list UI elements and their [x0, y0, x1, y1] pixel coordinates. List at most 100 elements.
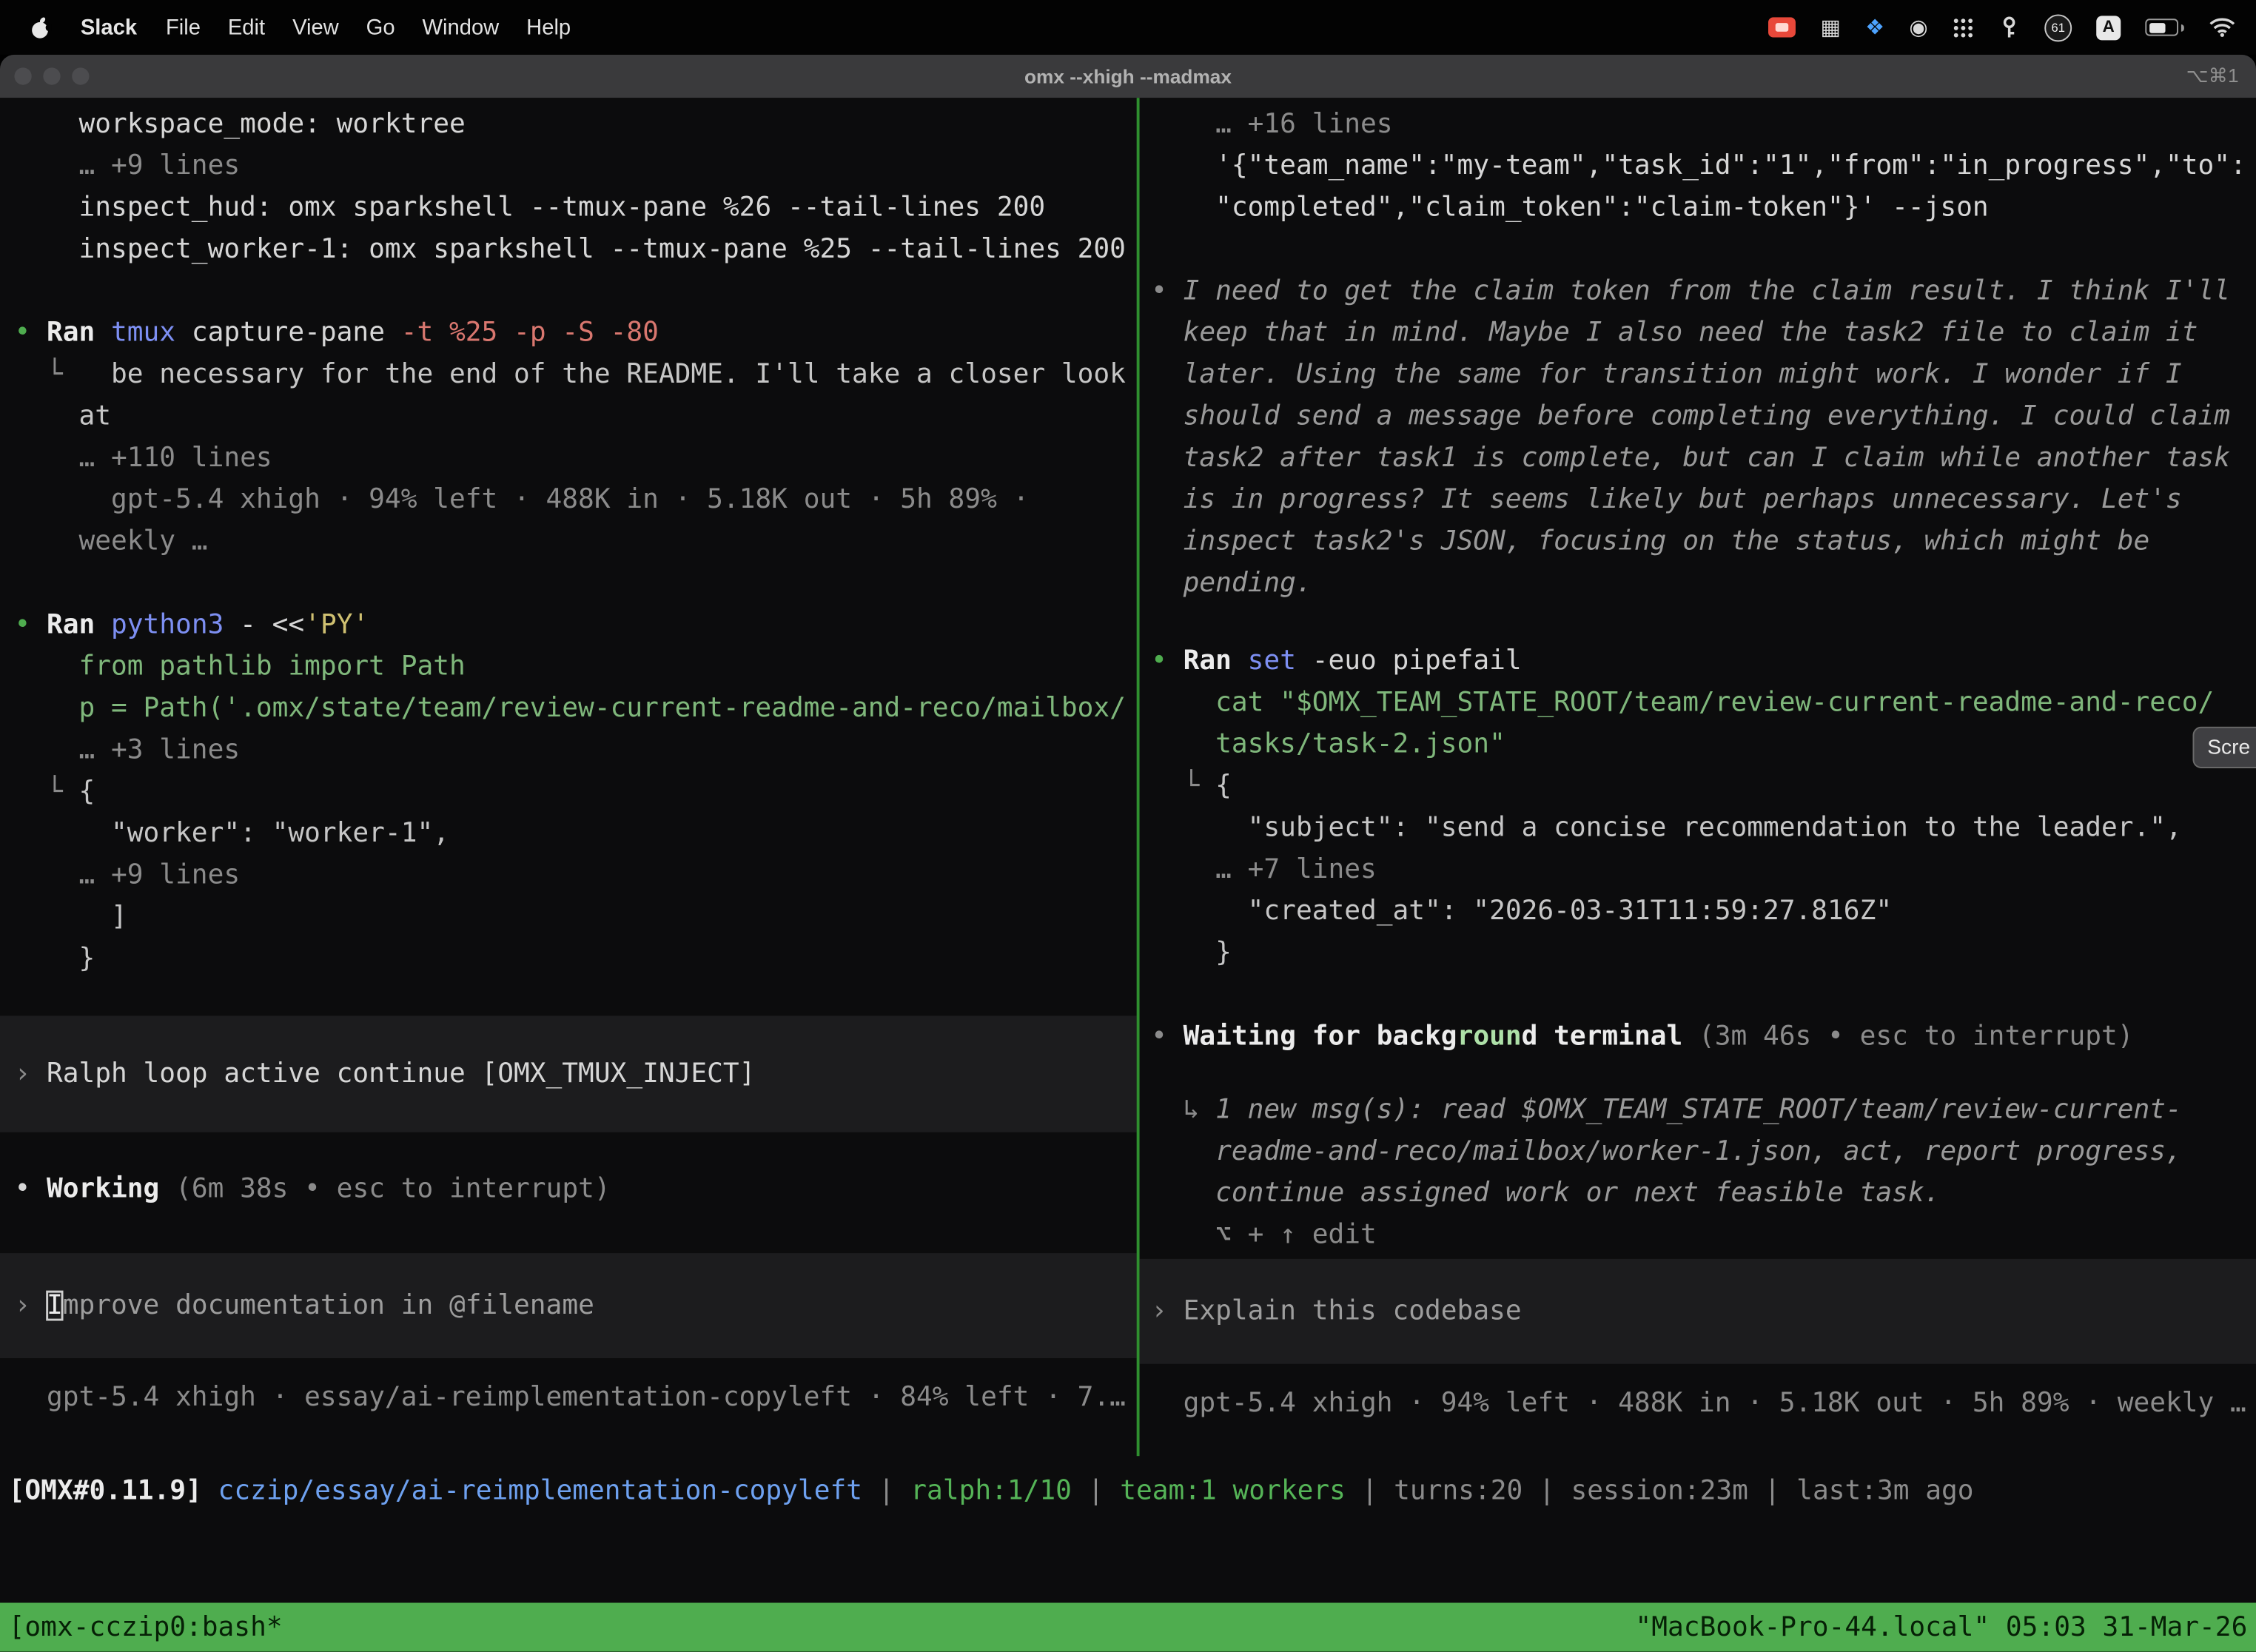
menu-edit[interactable]: Edit	[228, 15, 265, 39]
thinking-line: is in progress? It seems likely but perh…	[1151, 479, 2256, 520]
spacer	[14, 270, 1136, 312]
injected-prompt[interactable]: › Ralph loop active continue [OMX_TMUX_I…	[0, 1015, 1137, 1132]
menu-go[interactable]: Go	[366, 15, 395, 39]
waiting-status-line: • Waiting for background terminal (3m 46…	[1151, 1015, 2256, 1057]
command-output-line: "completed","claim_token":"claim-token"}…	[1151, 187, 2256, 229]
key-icon[interactable]	[1998, 16, 2020, 38]
spacer	[1151, 1058, 2256, 1089]
ran-python-line: … +3 lines	[14, 730, 1136, 771]
ran-python-line: ]	[14, 896, 1136, 938]
screen-recording-icon[interactable]	[1769, 17, 1796, 37]
minimize-button[interactable]	[43, 67, 60, 84]
tmux-host-clock: "MacBook-Pro-44.local" 05:03 31-Mar-26	[1635, 1612, 2247, 1642]
wifi-icon[interactable]	[2209, 17, 2236, 37]
menu-items: File Edit View Go Window Help	[166, 15, 571, 39]
ran-python-line: p = Path('.omx/state/team/review-current…	[14, 688, 1136, 729]
mailbox-notice-line: continue assigned work or next feasible …	[1151, 1172, 2256, 1214]
composer-input[interactable]: › Improve documentation in @filename	[0, 1253, 1137, 1358]
apple-logo-icon[interactable]	[29, 15, 52, 39]
spacer	[14, 980, 1136, 1016]
ran-tmux-capture-line: gpt-5.4 xhigh · 94% left · 488K in · 5.1…	[14, 479, 1136, 520]
window-title: omx --xhigh --madmax	[1024, 65, 1232, 87]
ran-python-line: "worker": "worker-1",	[14, 813, 1136, 854]
command-output-line: '{"team_name":"my-team","task_id":"1","f…	[1151, 145, 2256, 187]
config-output-line: inspect_hud: omx sparkshell --tmux-pane …	[14, 187, 1136, 229]
thinking-line: inspect task2's JSON, focusing on the st…	[1151, 521, 2256, 563]
menu-help[interactable]: Help	[526, 15, 571, 39]
spacer	[1151, 604, 2256, 640]
config-output-line: workspace_mode: worktree	[14, 104, 1136, 145]
ran-tmux-capture-line: at	[14, 396, 1136, 437]
spacer	[1151, 1364, 2256, 1383]
omx-status-line: [OMX#0.11.9] cczip/essay/ai-reimplementa…	[9, 1471, 1974, 1512]
config-output-line: inspect_worker-1: omx sparkshell --tmux-…	[14, 229, 1136, 270]
session-status-line: gpt-5.4 xhigh · 94% left · 488K in · 5.1…	[1151, 1383, 2256, 1424]
composer-suggestion-line: › Explain this codebase	[1151, 1291, 2256, 1332]
ran-tmux-capture-line: weekly …	[14, 521, 1136, 563]
composer-suggestion[interactable]: › Explain this codebase	[1140, 1259, 2256, 1364]
active-app-menu[interactable]: Slack	[81, 15, 137, 39]
ran-tmux-capture-line: … +110 lines	[14, 437, 1136, 479]
terminal-window: omx --xhigh --madmax ⌥⌘1 workspace_mode:…	[0, 55, 2256, 1652]
thinking-line: later. Using the same for transition mig…	[1151, 354, 2256, 395]
left-pane[interactable]: workspace_mode: worktree … +9 lines insp…	[0, 98, 1137, 1456]
menu-bar-left: Slack File Edit View Go Window Help	[0, 15, 571, 39]
spacer	[1151, 229, 2256, 270]
ran-python-line: • Ran python3 - <<'PY'	[14, 604, 1136, 645]
blue-app-icon[interactable]: ❖	[1865, 14, 1884, 40]
ran-cat-task-line: • Ran set -euo pipefail	[1151, 640, 2256, 682]
injected-prompt-line: › Ralph loop active continue [OMX_TMUX_I…	[14, 1053, 1136, 1095]
menu-view[interactable]: View	[292, 15, 339, 39]
mailbox-notice-line: ↳ 1 new msg(s): read $OMX_TEAM_STATE_ROO…	[1151, 1089, 2256, 1131]
right-pane[interactable]: … +16 lines '{"team_name":"my-team","tas…	[1140, 98, 2256, 1456]
status-icons: ▦ ❖ ◉ 61 A	[1769, 13, 2256, 41]
ran-python-line: … +9 lines	[14, 855, 1136, 896]
thinking-line: pending.	[1151, 563, 2256, 604]
window-shortcut-badge: ⌥⌘1	[2186, 64, 2239, 87]
window-titlebar[interactable]: omx --xhigh --madmax ⌥⌘1	[0, 55, 2256, 98]
thinking-line: keep that in mind. Maybe I also need the…	[1151, 312, 2256, 354]
composer-input-line: › Improve documentation in @filename	[14, 1285, 1136, 1326]
ran-cat-task-line: }	[1151, 933, 2256, 974]
spacer	[1151, 974, 2256, 1015]
screen: Slack File Edit View Go Window Help ▦ ❖ ◉ 61 A om…	[0, 0, 2256, 1652]
tmux-status-bar: [omx-cczip0:bash* "MacBook-Pro-44.local"…	[0, 1602, 2256, 1651]
screen-share-tooltip-label: Scre	[2207, 736, 2250, 759]
ran-tmux-capture-line: └ be necessary for the end of the README…	[14, 354, 1136, 395]
screen-share-tooltip[interactable]: Scre	[2193, 727, 2256, 768]
session-status-line: gpt-5.4 xhigh · essay/ai-reimplementatio…	[14, 1377, 1136, 1418]
spacer	[14, 1358, 1136, 1377]
mailbox-notice-line: readme-and-reco/mailbox/worker-1.json, a…	[1151, 1131, 2256, 1172]
ran-cat-task-line: cat "$OMX_TEAM_STATE_ROOT/team/review-cu…	[1151, 682, 2256, 723]
mailbox-notice-line: ⌥ + ↑ edit	[1151, 1215, 2256, 1256]
ran-python-line: from pathlib import Path	[14, 646, 1136, 688]
ran-python-line: }	[14, 938, 1136, 979]
record-indicator-icon[interactable]: ◉	[1909, 14, 1927, 40]
traffic-lights	[14, 55, 89, 98]
ran-cat-task-line: … +7 lines	[1151, 849, 2256, 890]
menu-file[interactable]: File	[166, 15, 201, 39]
battery-icon[interactable]	[2145, 19, 2178, 36]
spacer	[14, 1132, 1136, 1169]
tmux-session-label: [omx-cczip0:bash*	[9, 1612, 283, 1642]
window-manager-icon[interactable]: ▦	[1821, 14, 1842, 40]
thinking-line: task2 after task1 is complete, but can I…	[1151, 437, 2256, 479]
ran-tmux-capture-line: • Ran tmux capture-pane -t %25 -p -S -80	[14, 312, 1136, 354]
ran-cat-task-line: tasks/task-2.json"	[1151, 724, 2256, 765]
terminal-content: workspace_mode: worktree … +9 lines insp…	[0, 98, 2256, 1651]
working-status-line: • Working (6m 38s • esc to interrupt)	[14, 1168, 1136, 1209]
config-output-line: … +9 lines	[14, 145, 1136, 187]
spacer	[14, 1210, 1136, 1253]
ran-cat-task-line: "subject": "send a concise recommendatio…	[1151, 807, 2256, 849]
ran-python-line: └ {	[14, 771, 1136, 813]
spacer	[14, 563, 1136, 604]
zoom-button[interactable]	[72, 67, 89, 84]
command-output-line: … +16 lines	[1151, 104, 2256, 145]
input-source-icon[interactable]: A	[2096, 15, 2121, 39]
dots-grid-icon[interactable]	[1953, 16, 1974, 38]
close-button[interactable]	[14, 67, 31, 84]
ran-cat-task-line: └ {	[1151, 765, 2256, 807]
menu-window[interactable]: Window	[423, 15, 500, 39]
thinking-line: • I need to get the claim token from the…	[1151, 270, 2256, 312]
battery-percentage-icon[interactable]: 61	[2044, 13, 2072, 41]
